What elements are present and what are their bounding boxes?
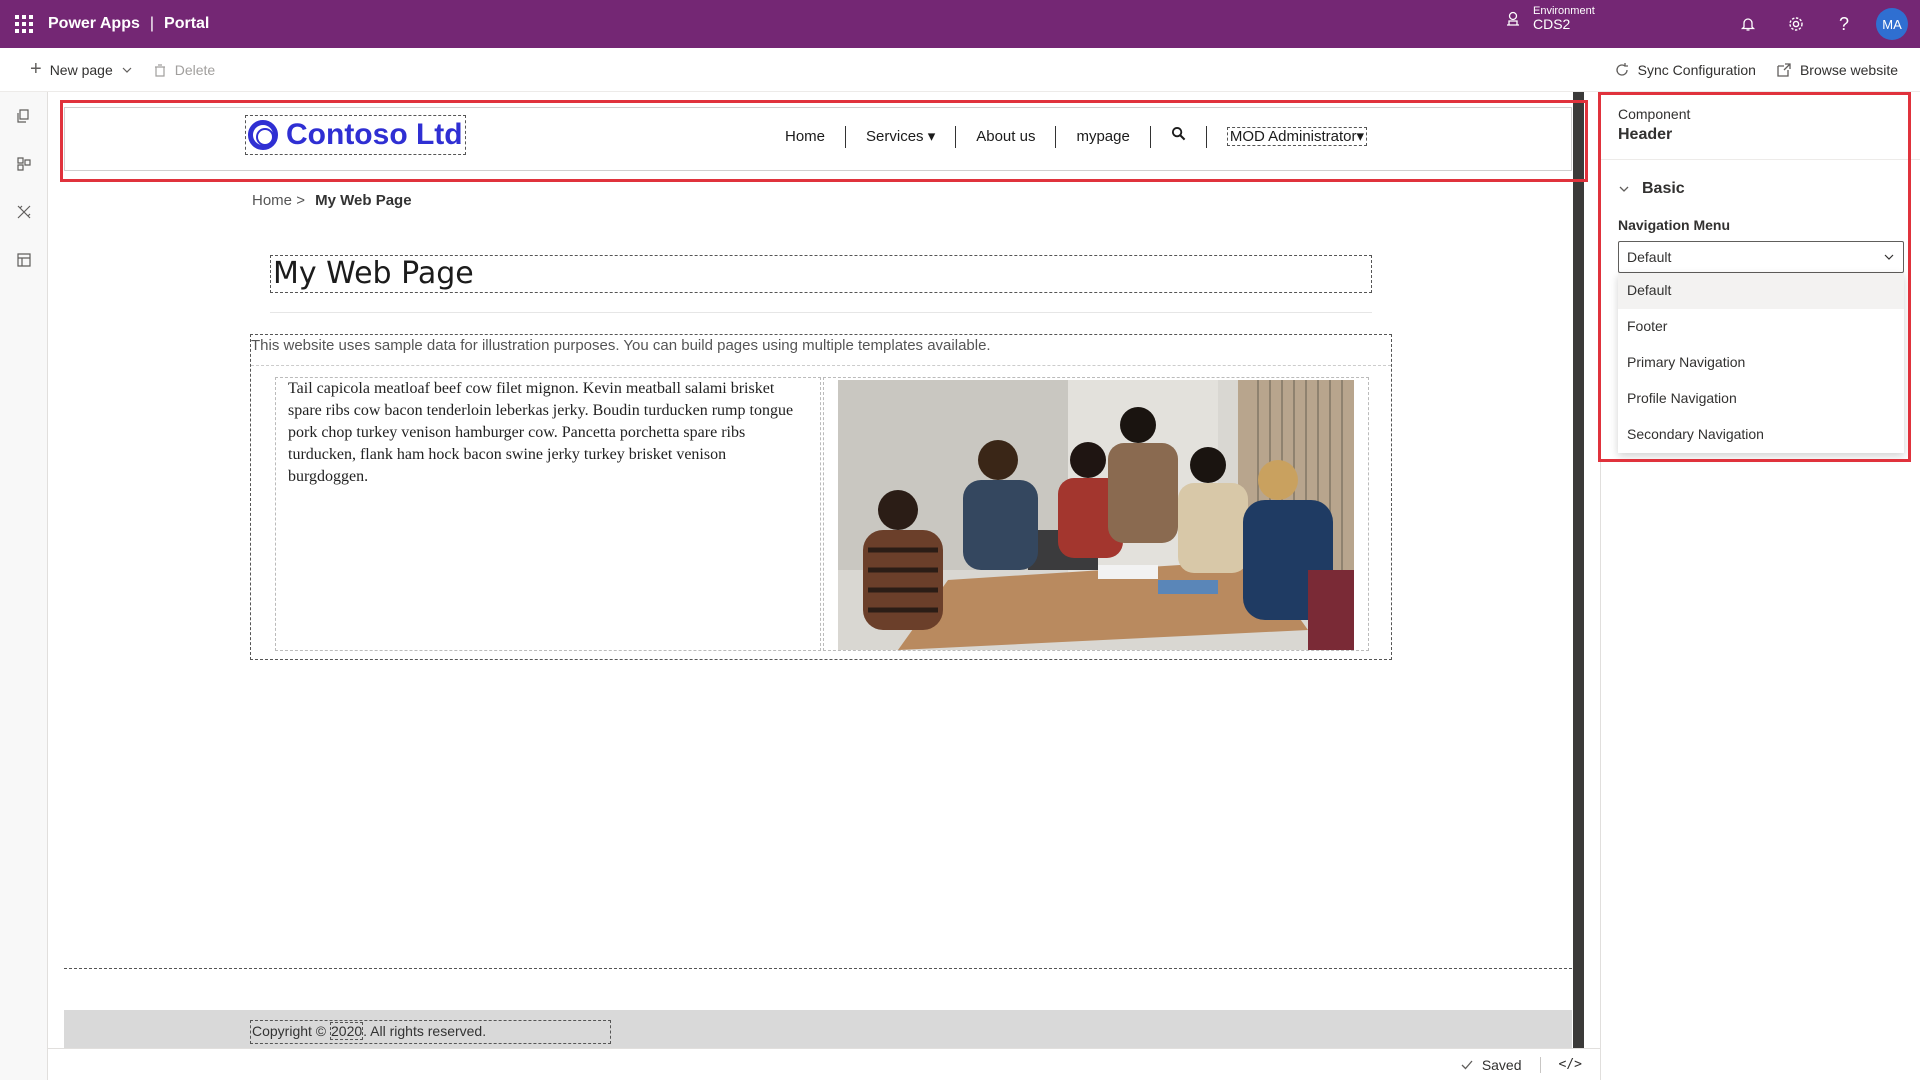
page-canvas: Contoso Ltd Home Services ▾ About us myp… xyxy=(64,92,1572,1048)
help-button[interactable]: ? xyxy=(1820,0,1868,48)
tools-icon xyxy=(17,205,31,219)
top-bar: Power Apps | Portal Environment CDS2 ? M… xyxy=(0,0,1920,48)
copyright-text[interactable]: Copyright © 2020. All rights reserved. xyxy=(250,1020,611,1044)
trash-icon xyxy=(154,63,165,77)
page-title-container[interactable]: My Web Page xyxy=(270,255,1372,293)
footer-boundary xyxy=(64,968,1572,969)
checkmark-icon xyxy=(1461,1060,1473,1069)
team-meeting-image[interactable] xyxy=(838,380,1354,650)
sync-configuration-button[interactable]: Sync Configuration xyxy=(1604,48,1766,91)
avatar[interactable]: MA xyxy=(1876,8,1908,40)
delete-label: Delete xyxy=(174,61,216,78)
site-footer[interactable]: Copyright © 2020. All rights reserved. xyxy=(64,1010,1572,1048)
environment-value: CDS2 xyxy=(1533,16,1571,33)
photo-illustration xyxy=(838,380,1354,650)
components-tool-button[interactable] xyxy=(0,140,48,188)
waffle-icon xyxy=(15,15,33,33)
new-page-label: New page xyxy=(49,61,113,78)
brand-separator: | xyxy=(149,15,155,32)
app-name[interactable]: Power Apps xyxy=(48,15,140,33)
sync-label: Sync Configuration xyxy=(1637,61,1756,78)
environment-icon xyxy=(1507,11,1519,26)
pages-tool-button[interactable] xyxy=(0,92,48,140)
panel-highlight xyxy=(1598,92,1911,462)
new-page-button[interactable]: + New page xyxy=(0,48,143,91)
title-divider xyxy=(270,312,1372,313)
notifications-button[interactable] xyxy=(1724,0,1772,48)
open-external-icon xyxy=(1777,62,1791,77)
app-launcher-button[interactable] xyxy=(0,0,48,48)
intro-text: This website uses sample data for illust… xyxy=(251,337,991,354)
templates-icon xyxy=(17,253,31,267)
breadcrumb-current: My Web Page xyxy=(315,192,412,209)
app-section: Portal xyxy=(164,15,210,32)
body-text: Tail capicola meatloaf beef cow filet mi… xyxy=(288,380,794,485)
browse-label: Browse website xyxy=(1799,61,1898,78)
content-section[interactable]: This website uses sample data for illust… xyxy=(250,334,1392,660)
chevron-down-icon xyxy=(122,67,132,73)
brand: Power Apps | Portal xyxy=(48,15,209,33)
gear-icon xyxy=(1789,17,1803,31)
sync-icon xyxy=(1616,62,1628,76)
copyright-year[interactable]: 2020 xyxy=(330,1022,364,1040)
selected-component-highlight xyxy=(60,100,1588,182)
status-bar: Saved </> xyxy=(48,1048,1600,1080)
copyright-prefix: Copyright © xyxy=(252,1023,331,1039)
command-bar: + New page Delete Sync Configuration Bro… xyxy=(0,48,1920,92)
browse-website-button[interactable]: Browse website xyxy=(1766,48,1908,91)
copyright-suffix: . All rights reserved. xyxy=(363,1023,487,1039)
plus-icon: + xyxy=(30,58,42,80)
code-editor-button[interactable]: </> xyxy=(1541,1057,1600,1072)
delete-button[interactable]: Delete xyxy=(143,48,225,91)
environment-picker[interactable]: Environment CDS2 xyxy=(1505,5,1595,32)
left-rail xyxy=(0,92,48,1080)
text-column[interactable]: Tail capicola meatloaf beef cow filet mi… xyxy=(275,377,821,651)
canvas-scrollbar[interactable] xyxy=(1573,92,1584,1048)
pages-icon xyxy=(17,109,29,123)
themes-tool-button[interactable] xyxy=(0,188,48,236)
breadcrumb: Home > My Web Page xyxy=(252,192,412,209)
saved-label: Saved xyxy=(1481,1056,1522,1073)
templates-tool-button[interactable] xyxy=(0,236,48,284)
image-column[interactable] xyxy=(823,377,1369,651)
components-icon xyxy=(17,157,31,171)
intro-divider xyxy=(251,365,1391,366)
question-icon: ? xyxy=(1838,13,1849,34)
settings-button[interactable] xyxy=(1772,0,1820,48)
breadcrumb-separator: > xyxy=(296,192,305,209)
save-status: Saved xyxy=(1442,1056,1541,1073)
breadcrumb-home[interactable]: Home xyxy=(252,192,292,209)
bell-icon xyxy=(1740,18,1756,31)
page-title: My Web Page xyxy=(273,256,474,291)
